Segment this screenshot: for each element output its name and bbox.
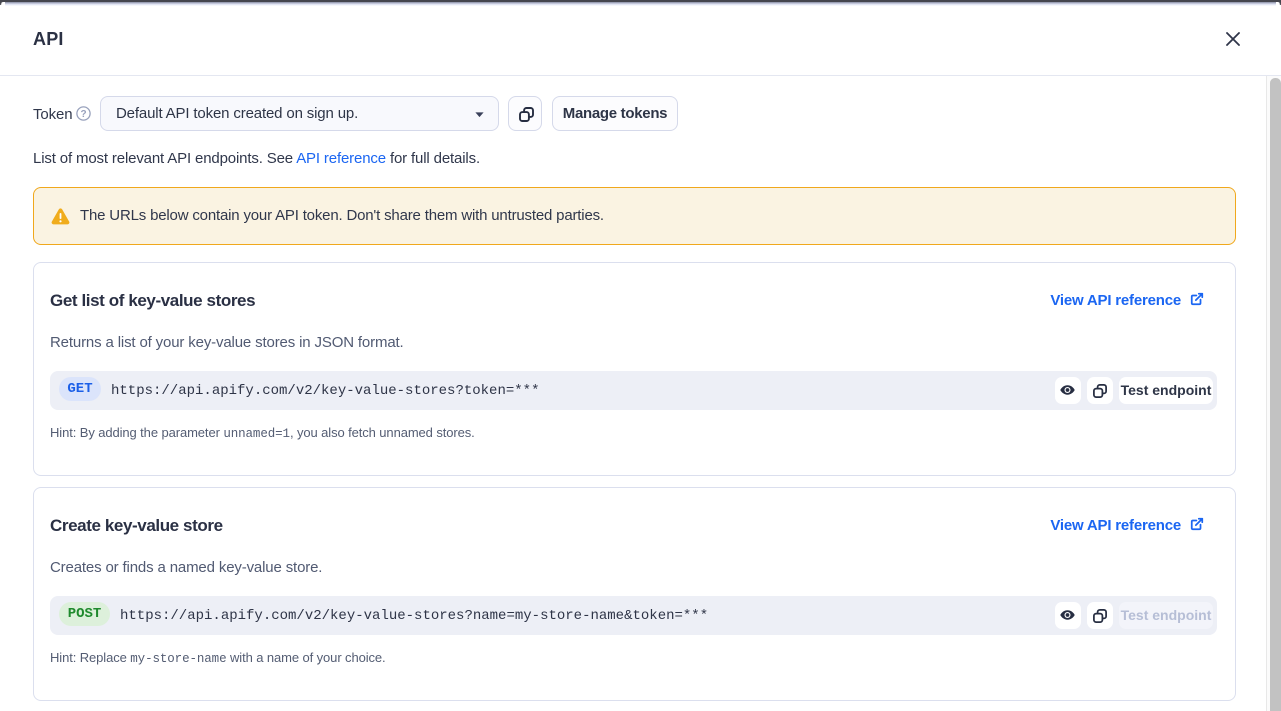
svg-text:?: ? <box>80 109 86 120</box>
